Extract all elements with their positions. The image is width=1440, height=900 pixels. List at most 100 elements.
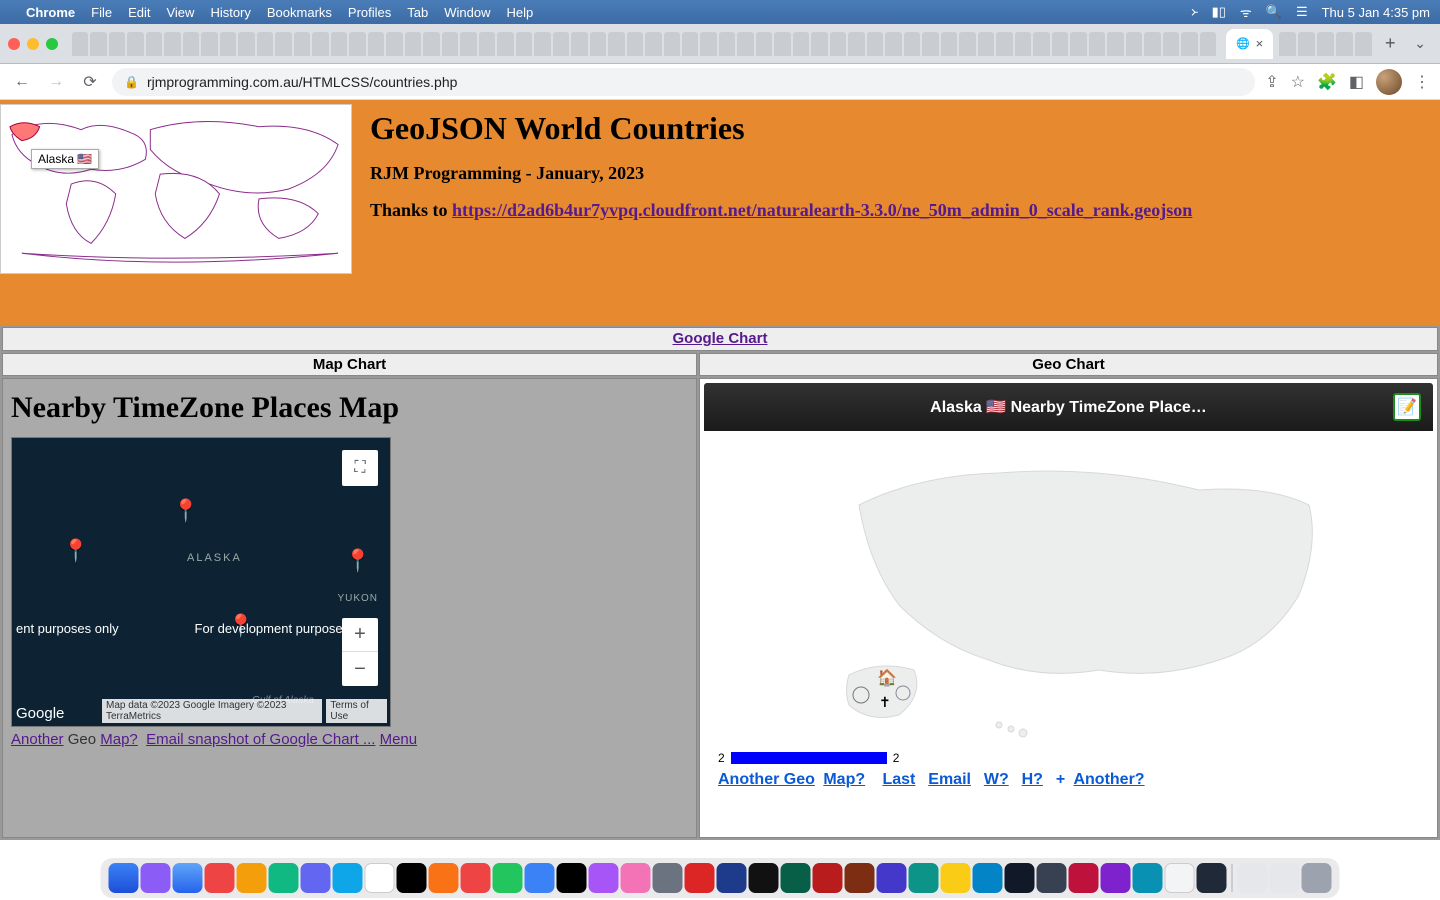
- bg-tab[interactable]: [553, 32, 569, 56]
- menu-view[interactable]: View: [166, 5, 194, 20]
- dock-app-icon[interactable]: [333, 863, 363, 893]
- bg-tab[interactable]: [571, 32, 587, 56]
- bg-tab[interactable]: [664, 32, 680, 56]
- dock-app-icon[interactable]: [1005, 863, 1035, 893]
- control-center-icon[interactable]: ☰: [1296, 4, 1308, 20]
- launchpad-icon[interactable]: [141, 863, 171, 893]
- wifi-icon[interactable]: ᯤ: [1240, 3, 1252, 21]
- window-close[interactable]: [8, 38, 20, 50]
- profile-avatar[interactable]: [1376, 69, 1402, 95]
- bg-tab[interactable]: [978, 32, 994, 56]
- bg-tab[interactable]: [72, 32, 88, 56]
- dock-app-icon[interactable]: [877, 863, 907, 893]
- dock-app-icon[interactable]: [301, 863, 331, 893]
- bg-tab[interactable]: [368, 32, 384, 56]
- finder-icon[interactable]: [109, 863, 139, 893]
- mail-icon[interactable]: [205, 863, 235, 893]
- map-pin-icon[interactable]: 📍: [344, 548, 371, 574]
- bg-tab[interactable]: [1317, 32, 1334, 56]
- tab-close-icon[interactable]: ×: [1256, 36, 1264, 51]
- fullscreen-button[interactable]: ⛶: [342, 450, 378, 486]
- email-snapshot-link[interactable]: Email snapshot of Google Chart ...: [146, 731, 375, 748]
- bg-tab[interactable]: [1279, 32, 1296, 56]
- zoom-in-button[interactable]: +: [342, 618, 378, 652]
- dock-app-icon[interactable]: [1101, 863, 1131, 893]
- google-chart-link[interactable]: Google Chart: [672, 330, 767, 347]
- menu-window[interactable]: Window: [444, 5, 490, 20]
- map-pin-icon[interactable]: 📍: [62, 538, 89, 564]
- bg-tab[interactable]: [442, 32, 458, 56]
- bg-tab[interactable]: [90, 32, 106, 56]
- menu-bookmarks[interactable]: Bookmarks: [267, 5, 332, 20]
- dock-app-icon[interactable]: [973, 863, 1003, 893]
- spotlight-icon[interactable]: 🔍: [1266, 4, 1282, 20]
- last-link[interactable]: Last: [882, 771, 915, 788]
- bg-tab[interactable]: [1126, 32, 1142, 56]
- bg-tab[interactable]: [460, 32, 476, 56]
- dock-app-icon[interactable]: [557, 863, 587, 893]
- bg-tab[interactable]: [1033, 32, 1049, 56]
- bookmark-star-icon[interactable]: ☆: [1291, 72, 1305, 92]
- dock-app-icon[interactable]: [909, 863, 939, 893]
- window-zoom[interactable]: [46, 38, 58, 50]
- bg-tab[interactable]: [885, 32, 901, 56]
- dock-app-icon[interactable]: [493, 863, 523, 893]
- bg-tab[interactable]: [941, 32, 957, 56]
- bg-tab[interactable]: [534, 32, 550, 56]
- appstore-icon[interactable]: [525, 863, 555, 893]
- world-map-thumbnail[interactable]: Alaska 🇺🇸: [0, 104, 352, 274]
- new-tab-button[interactable]: +: [1378, 32, 1402, 56]
- bg-tab[interactable]: [275, 32, 291, 56]
- window-minimize[interactable]: [27, 38, 39, 50]
- bg-tab[interactable]: [848, 32, 864, 56]
- bg-tab[interactable]: [590, 32, 606, 56]
- bg-tab[interactable]: [904, 32, 920, 56]
- dock-app-icon[interactable]: [461, 863, 491, 893]
- bg-tab[interactable]: [1355, 32, 1372, 56]
- bg-tab[interactable]: [220, 32, 236, 56]
- sidepanel-icon[interactable]: ◧: [1349, 72, 1364, 92]
- bg-tab[interactable]: [405, 32, 421, 56]
- dock-app-icon[interactable]: [717, 863, 747, 893]
- bg-tab[interactable]: [793, 32, 809, 56]
- tab-overflow-icon[interactable]: ⌄: [1408, 35, 1432, 52]
- bg-tab[interactable]: [146, 32, 162, 56]
- bg-tab[interactable]: [497, 32, 513, 56]
- dock-app-icon[interactable]: [781, 863, 811, 893]
- bg-tab[interactable]: [682, 32, 698, 56]
- bg-tab[interactable]: [127, 32, 143, 56]
- dock-app-icon[interactable]: [941, 863, 971, 893]
- bg-tab[interactable]: [627, 32, 643, 56]
- dock-app-icon[interactable]: [621, 863, 651, 893]
- bg-tab[interactable]: [1052, 32, 1068, 56]
- active-tab[interactable]: 🌐 ×: [1226, 29, 1273, 59]
- plus-toggle[interactable]: +: [1056, 771, 1065, 788]
- trash-icon[interactable]: [1302, 863, 1332, 893]
- address-bar[interactable]: 🔒 rjmprogramming.com.au/HTMLCSS/countrie…: [112, 68, 1255, 96]
- bg-tab[interactable]: [1089, 32, 1105, 56]
- bg-tab[interactable]: [756, 32, 772, 56]
- bg-tab[interactable]: [257, 32, 273, 56]
- another-geo-link[interactable]: Another Geo: [718, 771, 815, 788]
- documents-icon[interactable]: [1270, 863, 1300, 893]
- downloads-icon[interactable]: [1238, 863, 1268, 893]
- reload-button[interactable]: ⟳: [78, 70, 102, 94]
- dock-app-icon[interactable]: [1133, 863, 1163, 893]
- back-button[interactable]: ←: [10, 70, 34, 94]
- map-pin-icon[interactable]: 📍: [172, 498, 199, 524]
- w-link[interactable]: W?: [984, 771, 1009, 788]
- bg-tab[interactable]: [349, 32, 365, 56]
- dock-app-icon[interactable]: [1197, 863, 1227, 893]
- another-link[interactable]: Another: [11, 731, 64, 748]
- bg-tab[interactable]: [294, 32, 310, 56]
- bg-tab[interactable]: [423, 32, 439, 56]
- bg-tab[interactable]: [164, 32, 180, 56]
- dock-app-icon[interactable]: [237, 863, 267, 893]
- bg-tab[interactable]: [312, 32, 328, 56]
- menu-history[interactable]: History: [210, 5, 250, 20]
- battery-icon[interactable]: ▮▯: [1212, 4, 1226, 20]
- dock-app-icon[interactable]: [269, 863, 299, 893]
- dock-app-icon[interactable]: [1165, 863, 1195, 893]
- h-link[interactable]: H?: [1022, 771, 1043, 788]
- thanks-link[interactable]: https://d2ad6b4ur7yvpq.cloudfront.net/na…: [452, 200, 1192, 220]
